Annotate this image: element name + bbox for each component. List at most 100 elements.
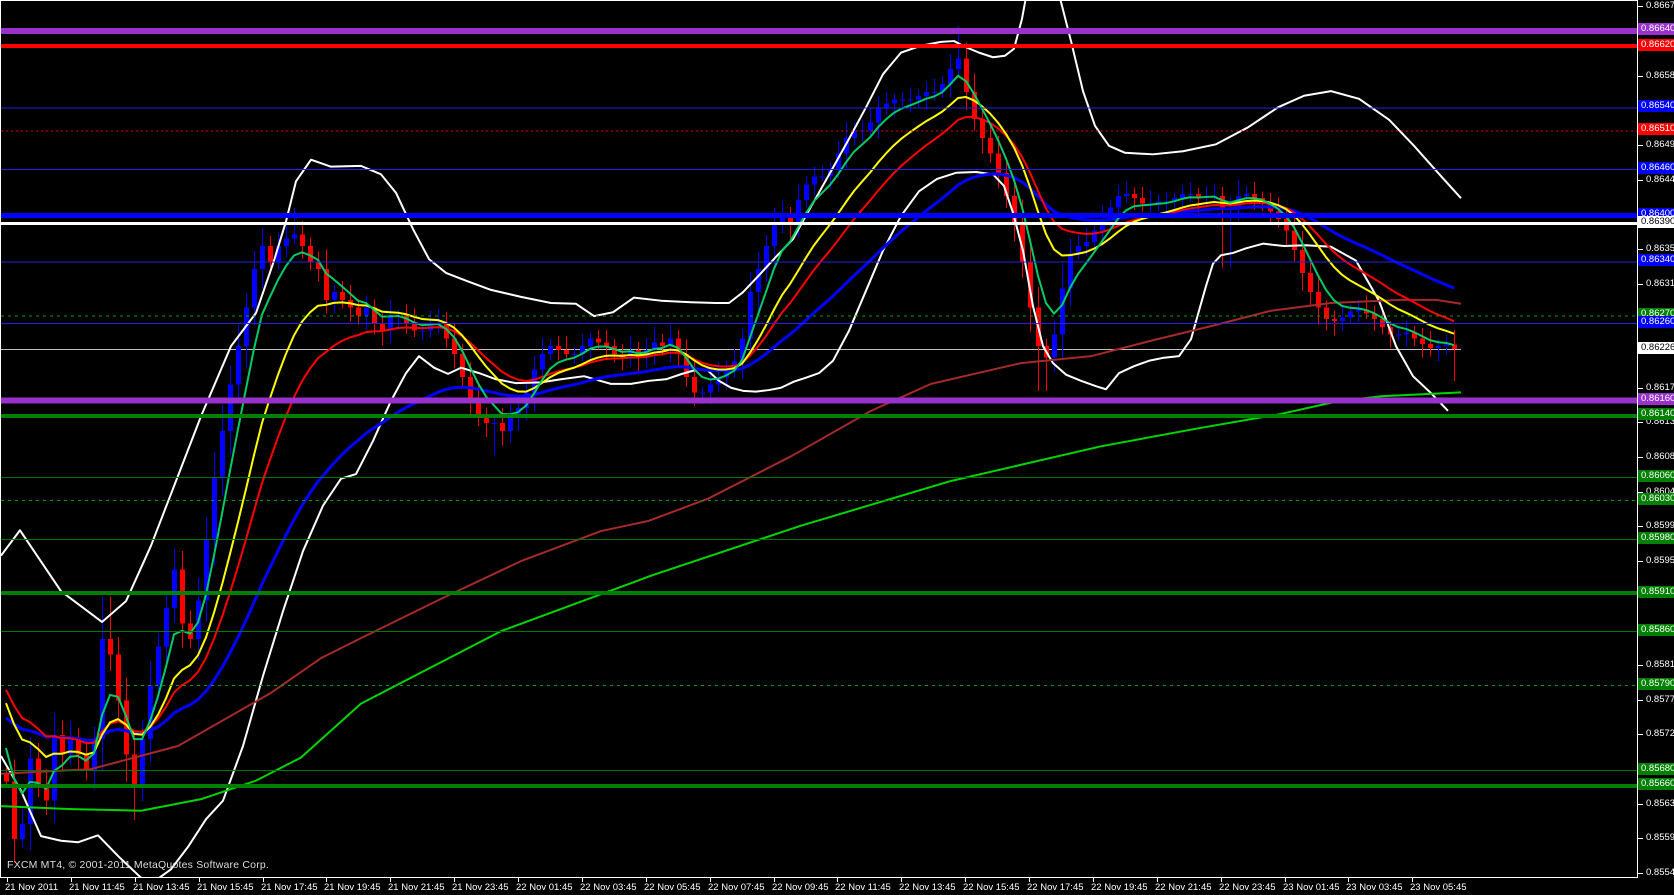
time-label: 23 Nov 05:45 — [1410, 882, 1467, 893]
chart-plot-area[interactable]: FXCM MT4, © 2001-2011 MetaQuotes Softwar… — [0, 0, 1638, 878]
candle-bull — [868, 123, 873, 131]
candle-bull — [876, 107, 881, 122]
candle-bear — [340, 292, 345, 300]
candle-bull — [292, 234, 297, 238]
candle-bull — [892, 100, 897, 104]
price-label: 0.85815 — [1646, 659, 1674, 670]
price-label: 0.86580 — [1646, 70, 1674, 81]
candle-bear — [1140, 198, 1145, 204]
time-label: 21 Nov 15:45 — [197, 882, 254, 893]
price-tick — [1638, 873, 1643, 874]
price-tick — [1638, 665, 1643, 666]
time-label: 22 Nov 17:45 — [1027, 882, 1084, 893]
candle-bull — [284, 238, 289, 246]
candle-bear — [268, 246, 273, 261]
candle-bull — [540, 354, 545, 369]
candle-bull — [252, 269, 257, 308]
price-badge-0.86060: 0.86060 — [1638, 470, 1674, 482]
candle-bear — [116, 654, 121, 700]
price-badge-0.86510: 0.86510 — [1638, 123, 1674, 135]
candle-bear — [300, 234, 305, 246]
time-label: 22 Nov 07:45 — [708, 882, 765, 893]
candle-bull — [1180, 194, 1185, 198]
price-axis[interactable]: 0.86670 0.86580 0.86490 0.86445 0.86355 0.863… — [1638, 0, 1674, 878]
price-label: 0.85770 — [1646, 694, 1674, 705]
price-label: 0.86490 — [1646, 139, 1674, 150]
price-label: 0.85995 — [1646, 520, 1674, 531]
price-tick — [1638, 388, 1643, 389]
time-label: 22 Nov 19:45 — [1091, 882, 1148, 893]
time-label: 23 Nov 01:45 — [1283, 882, 1340, 893]
price-badge-0.86160: 0.86160 — [1638, 393, 1674, 405]
price-tick — [1638, 804, 1643, 805]
time-label: 22 Nov 05:45 — [644, 882, 701, 893]
candle-bull — [900, 100, 905, 101]
time-label: 22 Nov 09:45 — [772, 882, 829, 893]
price-label: 0.86085 — [1646, 451, 1674, 462]
candle-bear — [692, 377, 697, 392]
candle-bear — [556, 346, 561, 350]
candle-bear — [356, 308, 361, 316]
candle-bull — [820, 177, 825, 178]
candle-bear — [596, 338, 601, 342]
price-label: 0.86175 — [1646, 382, 1674, 393]
candle-bull — [700, 392, 705, 393]
ema-red — [6, 117, 1454, 743]
candle-bear — [500, 423, 505, 431]
price-badge-0.86540: 0.86540 — [1638, 100, 1674, 112]
candle-bull — [572, 354, 577, 355]
candle-bear — [1332, 319, 1337, 321]
time-label: 23 Nov 03:45 — [1346, 882, 1403, 893]
candle-bull — [236, 346, 241, 385]
candle-bull — [1084, 242, 1089, 246]
price-label: 0.86355 — [1646, 243, 1674, 254]
price-tick — [1638, 526, 1643, 527]
price-label: 0.86670 — [1646, 0, 1674, 11]
candle-bull — [52, 735, 57, 800]
candle-bull — [588, 338, 593, 346]
price-label: 0.86445 — [1646, 174, 1674, 185]
candle-bull — [908, 100, 913, 101]
candle-bull — [20, 824, 25, 839]
time-label: 22 Nov 15:45 — [963, 882, 1020, 893]
price-badge-0.85680: 0.85680 — [1638, 763, 1674, 775]
time-label: 22 Nov 01:45 — [516, 882, 573, 893]
candle-bear — [988, 138, 993, 153]
time-label: 22 Nov 21:45 — [1155, 882, 1212, 893]
candle-bear — [84, 754, 89, 769]
candle-bull — [332, 292, 337, 300]
candle-bear — [1420, 338, 1425, 344]
candle-bear — [1132, 194, 1137, 198]
candle-bull — [220, 431, 225, 477]
candle-bear — [4, 774, 9, 782]
candle-bear — [108, 639, 113, 654]
candle-bear — [380, 323, 385, 331]
price-tick — [1638, 561, 1643, 562]
price-badge-0.85910: 0.85910 — [1638, 586, 1674, 598]
price-badge-0.86390: 0.86390 — [1638, 216, 1674, 228]
candle-bull — [1124, 194, 1129, 196]
price-tick — [1638, 180, 1643, 181]
time-label: 22 Nov 03:45 — [580, 882, 637, 893]
price-label: 0.85590 — [1646, 832, 1674, 843]
candle-bear — [180, 570, 185, 624]
candle-bull — [932, 92, 937, 93]
price-tick — [1638, 838, 1643, 839]
price-tick — [1638, 700, 1643, 701]
candle-bear — [1428, 344, 1433, 348]
price-label: 0.85950 — [1646, 555, 1674, 566]
candle-bull — [1396, 335, 1401, 336]
price-tick — [1638, 145, 1643, 146]
price-tick — [1638, 6, 1643, 7]
price-label: 0.86310 — [1646, 278, 1674, 289]
candle-bear — [308, 246, 313, 261]
time-label: 22 Nov 11:45 — [835, 882, 891, 893]
price-badge-0.86620: 0.86620 — [1638, 39, 1674, 51]
price-tick — [1638, 249, 1643, 250]
candle-bull — [796, 200, 801, 223]
price-badge-0.85790: 0.85790 — [1638, 678, 1674, 690]
candle-bull — [884, 103, 889, 107]
time-axis[interactable]: 21 Nov 201121 Nov 11:4521 Nov 13:4521 No… — [0, 878, 1674, 895]
candle-bear — [1324, 308, 1329, 320]
time-label: 21 Nov 23:45 — [452, 882, 509, 893]
